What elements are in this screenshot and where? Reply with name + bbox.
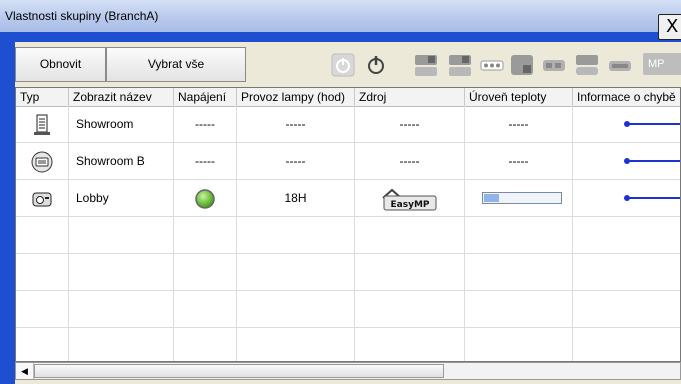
power-status-icon — [195, 189, 215, 209]
scrollbar-thumb[interactable] — [34, 364, 444, 378]
empty-row — [16, 217, 680, 254]
projector-group-icon — [31, 151, 53, 173]
power-cell — [174, 180, 237, 216]
error-indicator-line — [628, 123, 680, 125]
window-title: Vlastnosti skupiny (BranchA) — [5, 9, 159, 23]
error-cell — [573, 143, 680, 179]
input-computer1-icon[interactable] — [413, 53, 439, 79]
group-icon — [34, 114, 50, 135]
name-cell: Showroom — [69, 106, 174, 142]
close-button[interactable]: X — [658, 14, 681, 40]
toolbar: Obnovit Vybrat vše MP — [15, 47, 681, 83]
col-power[interactable]: Napájení — [174, 88, 237, 106]
type-cell — [16, 143, 69, 179]
power-cell: ----- — [174, 143, 237, 179]
input-mp-icon[interactable]: MP — [643, 53, 681, 75]
table-row[interactable]: Showroom B ----- ----- ----- ----- — [16, 143, 680, 180]
source-cell: EasyMP — [355, 180, 465, 216]
table-header: Typ Zobrazit název Napájení Provoz lampy… — [16, 88, 680, 107]
select-all-button[interactable]: Vybrat vše — [106, 47, 246, 82]
projector-icon — [32, 192, 52, 207]
scroll-left-button[interactable]: ◀ — [16, 363, 34, 379]
input-hdmi-icon[interactable] — [574, 53, 600, 79]
temperature-cell — [465, 180, 573, 216]
empty-row — [16, 328, 680, 361]
input-component-icon[interactable] — [541, 53, 567, 79]
horizontal-scrollbar[interactable]: ◀ — [15, 362, 681, 380]
col-temperature[interactable]: Úroveň teploty — [465, 88, 573, 106]
power-cell: ----- — [174, 106, 237, 142]
col-name[interactable]: Zobrazit název — [69, 88, 174, 106]
type-cell — [16, 106, 69, 142]
error-indicator-line — [628, 197, 680, 199]
input-video-icon[interactable] — [479, 53, 505, 79]
lamp-cell: ----- — [237, 143, 355, 179]
col-source[interactable]: Zdroj — [355, 88, 465, 106]
type-cell — [16, 180, 69, 216]
properties-window: Vlastnosti skupiny (BranchA) X Obnovit V… — [0, 0, 681, 384]
input-dvi-icon[interactable] — [607, 53, 633, 79]
empty-row — [16, 254, 680, 291]
temperature-cell: ----- — [465, 106, 573, 142]
source-cell: ----- — [355, 106, 465, 142]
source-cell: ----- — [355, 143, 465, 179]
temperature-gauge — [482, 192, 562, 204]
temperature-cell: ----- — [465, 143, 573, 179]
easymp-icon: EasyMP — [381, 188, 436, 211]
error-cell — [573, 106, 680, 142]
error-cell — [573, 180, 680, 216]
empty-row — [16, 291, 680, 328]
input-svideo-icon[interactable] — [509, 53, 535, 79]
title-bar: Vlastnosti skupiny (BranchA) — [0, 0, 681, 32]
lamp-cell: ----- — [237, 106, 355, 142]
power-on-icon[interactable] — [331, 53, 355, 77]
name-cell: Lobby — [69, 180, 174, 216]
lamp-cell: 18H — [237, 180, 355, 216]
col-lamp[interactable]: Provoz lampy (hod) — [237, 88, 355, 106]
refresh-button[interactable]: Obnovit — [15, 47, 106, 82]
device-table: Typ Zobrazit název Napájení Provoz lampy… — [15, 87, 681, 362]
col-type[interactable]: Typ — [16, 88, 69, 106]
col-error-info[interactable]: Informace o chybě — [573, 88, 680, 106]
easymp-label: EasyMP — [390, 200, 429, 210]
table-row[interactable]: Lobby 18H EasyMP — [16, 180, 680, 217]
power-off-icon[interactable] — [364, 53, 388, 77]
input-computer2-icon[interactable] — [447, 53, 473, 79]
temperature-gauge-fill — [484, 194, 499, 202]
name-cell: Showroom B — [69, 143, 174, 179]
table-row[interactable]: Showroom ----- ----- ----- ----- — [16, 106, 680, 143]
error-indicator-line — [628, 160, 680, 162]
